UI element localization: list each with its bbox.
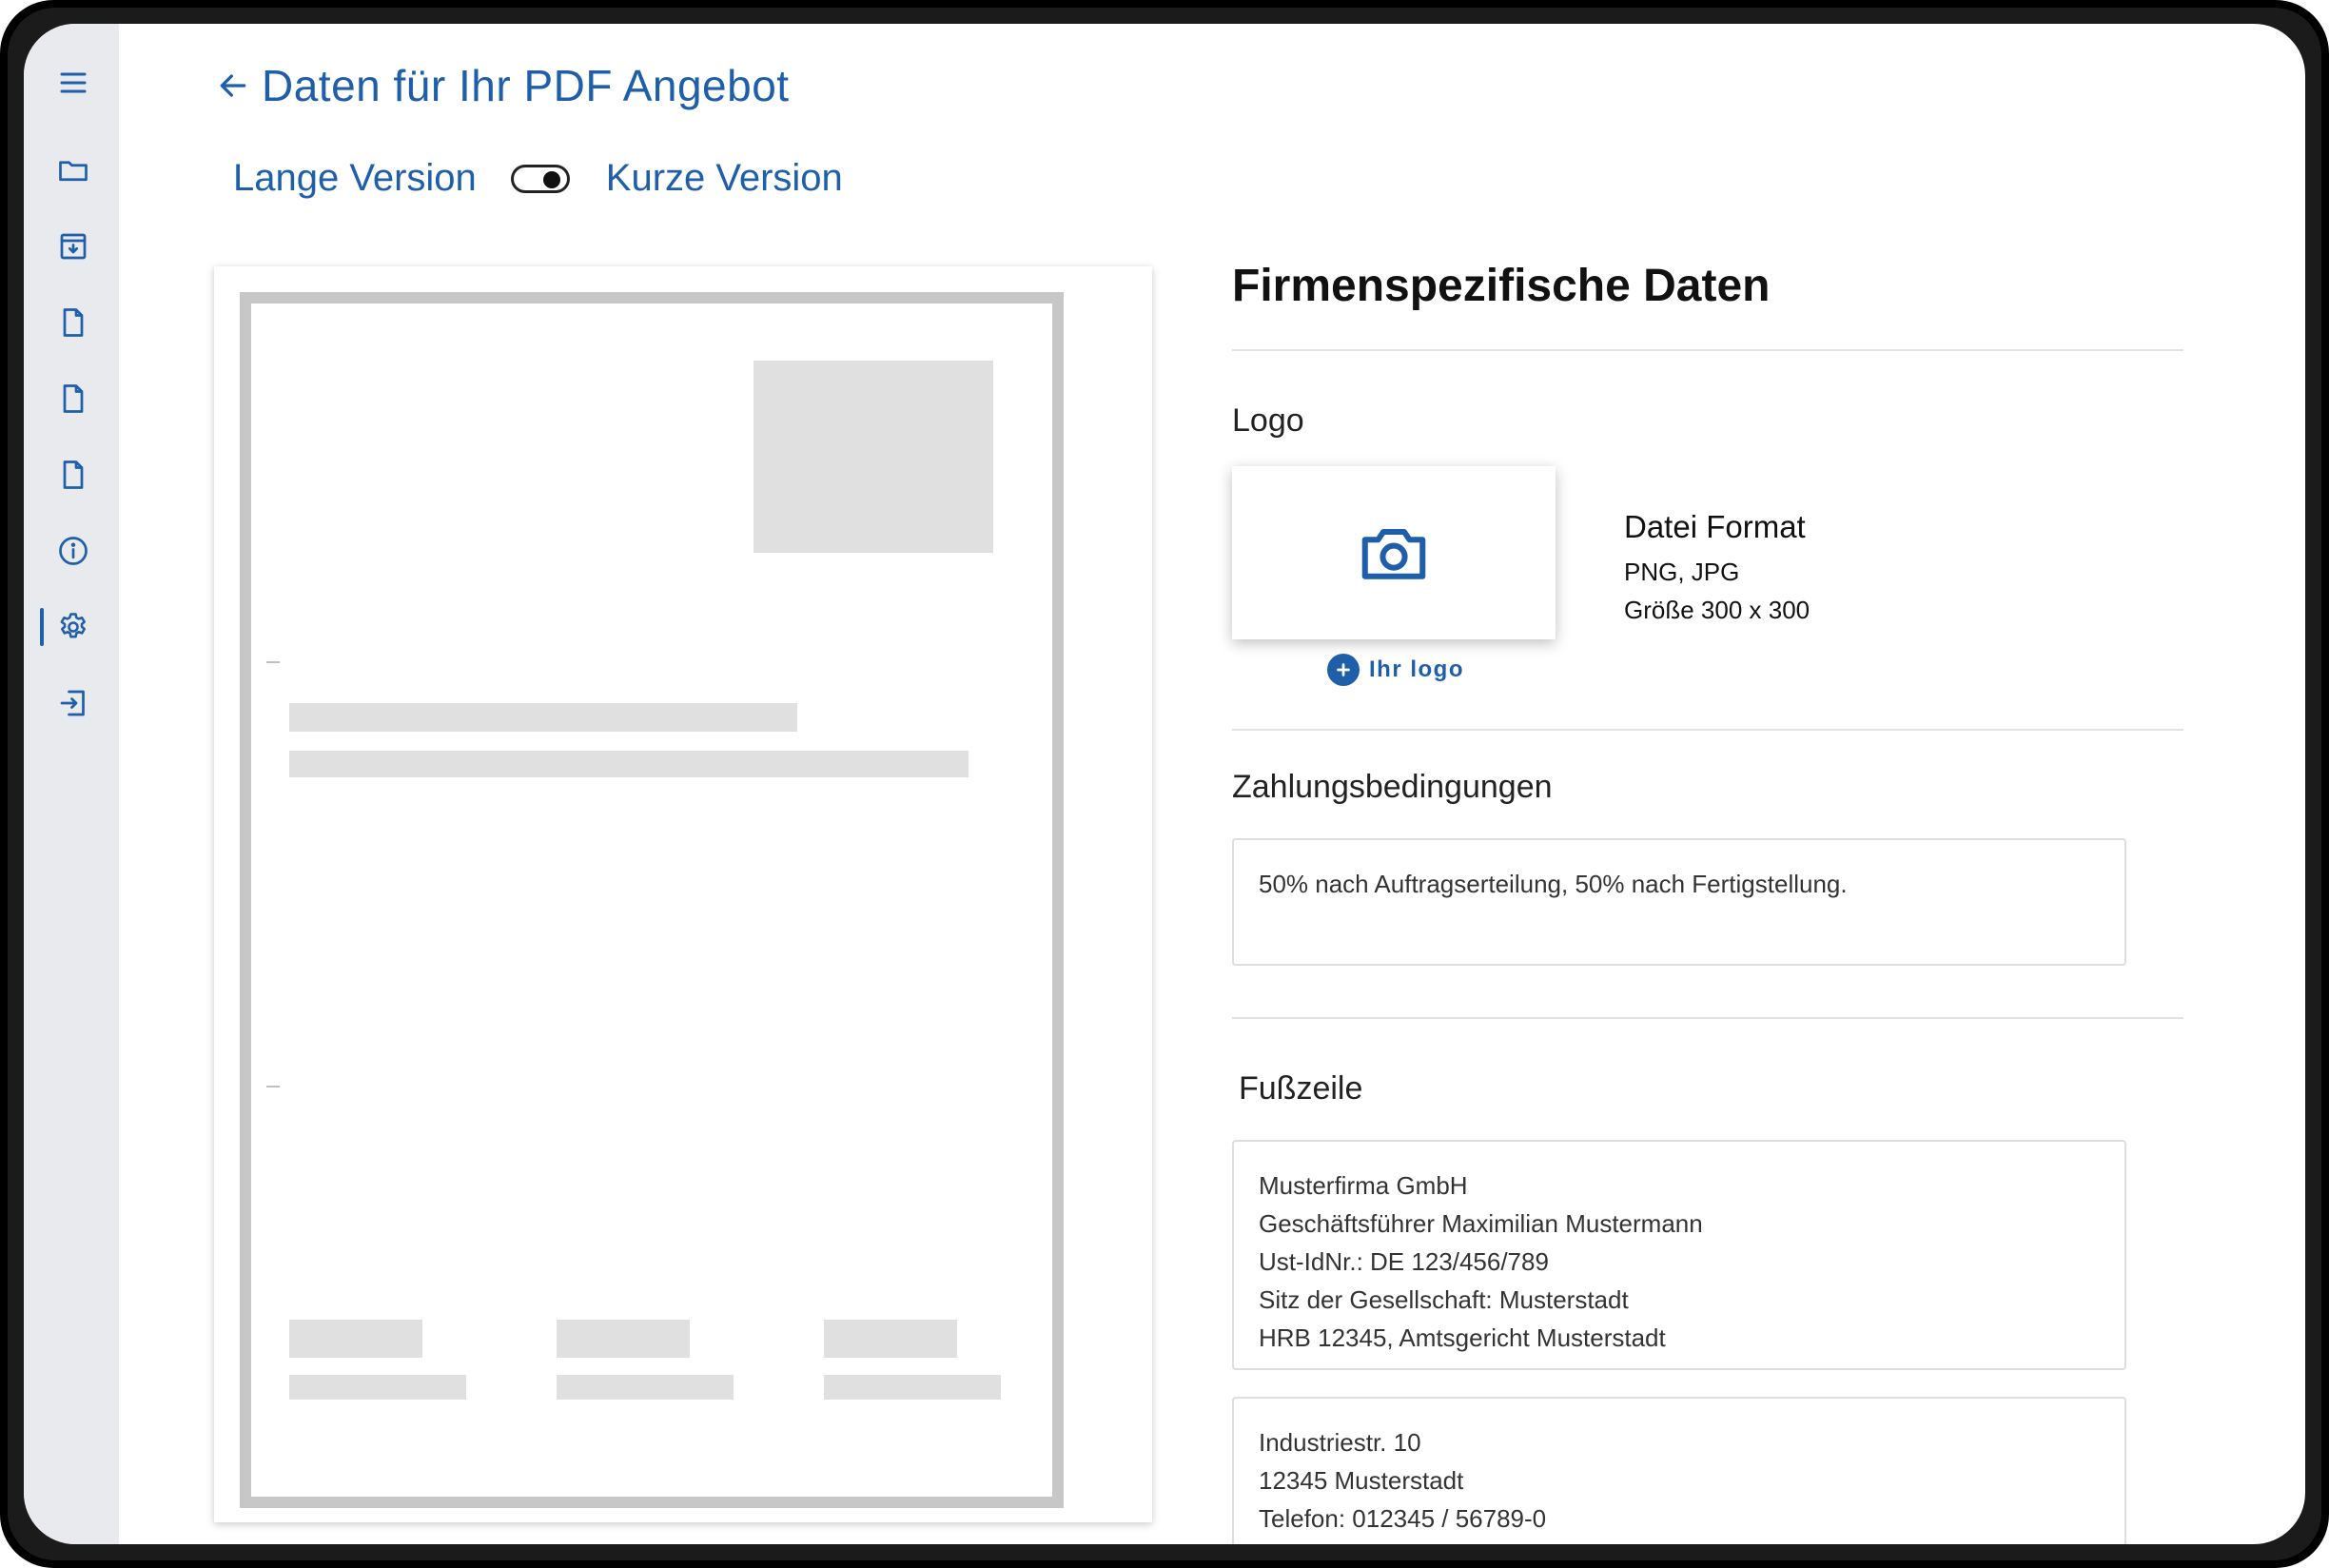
footer-line: Geschäftsführer Maximilian Mustermann — [1259, 1209, 1703, 1238]
pdf-preview-page — [240, 292, 1064, 1508]
app-screen: Daten für Ihr PDF Angebot Lange Version … — [24, 24, 2305, 1544]
footer-field-address[interactable]: Industriestr. 10 12345 Musterstadt Telef… — [1232, 1397, 2126, 1544]
divider — [1232, 729, 2183, 731]
add-logo-label: Ihr logo — [1369, 657, 1464, 682]
footer-line: Ust-IdNr.: DE 123/456/789 — [1259, 1247, 1549, 1276]
archive-icon[interactable] — [52, 225, 94, 267]
info-icon[interactable] — [52, 530, 94, 572]
menu-icon[interactable] — [52, 62, 94, 104]
back-arrow-icon[interactable] — [214, 67, 252, 105]
section-title: Firmenspezifische Daten — [1232, 261, 1771, 311]
footer-line: 12345 Musterstadt — [1259, 1466, 1464, 1495]
pdf-preview-card — [214, 266, 1152, 1522]
file-size: Größe 300 x 300 — [1624, 596, 1810, 624]
payment-terms-label: Zahlungsbedingungen — [1232, 769, 1553, 805]
preview-footer-placeholder — [557, 1375, 734, 1400]
file-format-title: Datei Format — [1624, 509, 1806, 544]
preview-logo-placeholder — [754, 361, 993, 553]
preview-footer-placeholder — [289, 1375, 466, 1400]
device-frame: Daten für Ihr PDF Angebot Lange Version … — [0, 0, 2329, 1568]
document-icon[interactable] — [52, 302, 94, 343]
payment-terms-field[interactable]: 50% nach Auftragserteilung, 50% nach Fer… — [1232, 838, 2126, 966]
preview-footer-placeholder — [289, 1320, 422, 1358]
fold-mark — [266, 1086, 280, 1088]
long-version-label[interactable]: Lange Version — [233, 157, 477, 200]
footer-line: HRB 12345, Amtsgericht Musterstadt — [1259, 1323, 1666, 1352]
folder-icon[interactable] — [52, 149, 94, 191]
footer-line: Musterfirma GmbH — [1259, 1171, 1468, 1200]
version-toggle-switch[interactable] — [510, 164, 570, 193]
footer-line: Industriestr. 10 — [1259, 1428, 1421, 1457]
page-header: Daten für Ihr PDF Angebot — [214, 60, 790, 111]
gear-icon[interactable] — [52, 606, 94, 648]
fold-mark — [266, 661, 280, 663]
active-nav-indicator — [40, 608, 44, 646]
logo-upload-box[interactable] — [1232, 466, 1556, 639]
divider — [1232, 349, 2183, 351]
sidebar — [24, 24, 119, 1544]
footer-line: Sitz der Gesellschaft: Musterstadt — [1259, 1285, 1629, 1314]
toggle-knob — [542, 170, 560, 188]
camera-icon — [1361, 528, 1426, 579]
document-icon[interactable] — [52, 378, 94, 420]
preview-footer-placeholder — [824, 1375, 1001, 1400]
logo-label: Logo — [1232, 402, 1304, 439]
divider — [1232, 1017, 2183, 1019]
version-toggle-row: Lange Version Kurze Version — [233, 157, 843, 200]
page-title: Daten für Ihr PDF Angebot — [262, 61, 790, 110]
short-version-label[interactable]: Kurze Version — [606, 157, 843, 200]
preview-text-placeholder — [289, 751, 969, 777]
payment-terms-text: 50% nach Auftragserteilung, 50% nach Fer… — [1259, 870, 1848, 898]
preview-footer-placeholder — [557, 1320, 690, 1358]
add-logo-button[interactable]: Ihr logo — [1327, 654, 1464, 686]
file-types: PNG, JPG — [1624, 558, 1740, 586]
footer-line: Telefon: 012345 / 56789-0 — [1259, 1504, 1547, 1533]
preview-footer-placeholder — [824, 1320, 957, 1358]
file-format-info: Datei Format PNG, JPG Größe 300 x 300 — [1624, 509, 1810, 629]
logout-icon[interactable] — [52, 682, 94, 724]
document-icon[interactable] — [52, 454, 94, 496]
preview-text-placeholder — [289, 703, 797, 732]
plus-circle-icon — [1327, 654, 1360, 686]
footer-label: Fußzeile — [1239, 1070, 1363, 1107]
footer-field-company[interactable]: Musterfirma GmbH Geschäftsführer Maximil… — [1232, 1140, 2126, 1370]
